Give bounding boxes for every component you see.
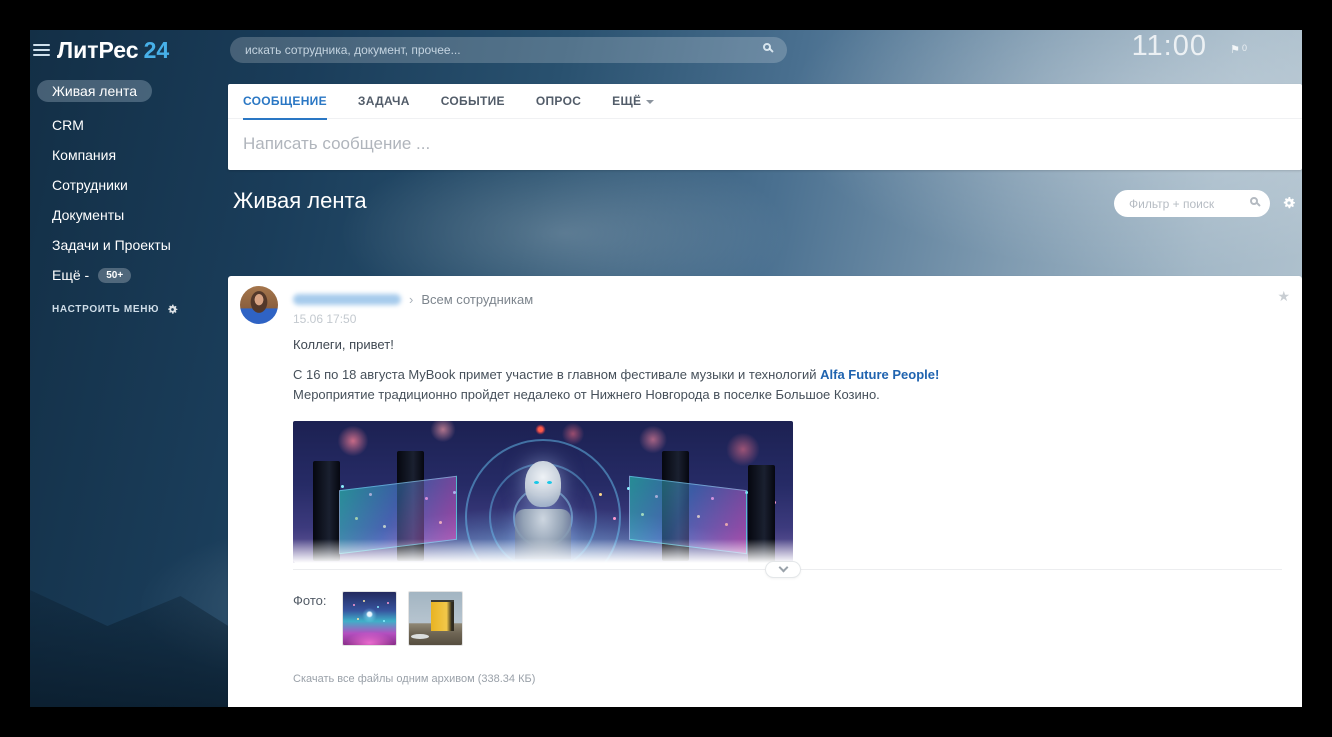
composer-tabs: СООБЩЕНИЕ ЗАДАЧА СОБЫТИЕ ОПРОС ЕЩЁ	[228, 84, 1302, 119]
download-archive-link[interactable]: Скачать все файлы одним архивом (338.34 …	[293, 673, 1282, 685]
sidebar-item-label: Задачи и Проекты	[52, 237, 171, 253]
sidebar-item-label: Живая лента	[37, 80, 152, 102]
feed-filter-input[interactable]	[1114, 190, 1270, 217]
chevron-down-icon	[778, 563, 788, 573]
sidebar-item-crm[interactable]: CRM	[30, 110, 228, 140]
post-body-text: Мероприятие традиционно пройдет недалеко…	[293, 387, 880, 402]
post-recipient[interactable]: Всем сотрудникам	[421, 292, 533, 307]
brand-logo[interactable]: ЛитРес24	[57, 37, 169, 64]
post-body-text: С 16 по 18 августа MyBook примет участие…	[293, 367, 820, 382]
post-date: 15.06 17:50	[293, 312, 1282, 326]
compose-message-field[interactable]: Написать сообщение ...	[228, 119, 1302, 169]
post-greeting: Коллеги, привет!	[293, 337, 1282, 352]
photos-label: Фото:	[293, 591, 326, 608]
building-shape	[431, 600, 454, 631]
favorite-star-icon[interactable]: ★	[1277, 288, 1290, 305]
feed-settings-gear-icon[interactable]	[1281, 195, 1297, 211]
tab-task[interactable]: ЗАДАЧА	[358, 84, 410, 119]
sidebar-item-label: Компания	[52, 147, 116, 163]
chevron-down-icon	[646, 100, 654, 104]
sidebar-item-tasks-projects[interactable]: Задачи и Проекты	[30, 230, 228, 260]
tab-poll[interactable]: ОПРОС	[536, 84, 581, 119]
tab-event[interactable]: СОБЫТИЕ	[441, 84, 505, 119]
sidebar-item-label: Документы	[52, 207, 124, 223]
sidebar-item-label: CRM	[52, 117, 84, 133]
global-search	[230, 37, 787, 63]
robot-head	[525, 461, 561, 507]
composer-panel: СООБЩЕНИЕ ЗАДАЧА СОБЫТИЕ ОПРОС ЕЩЁ Напис…	[228, 84, 1302, 170]
feed-post: ★ › Всем сотрудникам 15.06 17:50 Коллеги…	[228, 276, 1302, 707]
main-content: СООБЩЕНИЕ ЗАДАЧА СОБЫТИЕ ОПРОС ЕЩЁ Напис…	[228, 70, 1302, 707]
stage-lights	[293, 421, 296, 424]
expand-post-button[interactable]	[765, 561, 801, 578]
sidebar-item-label: Сотрудники	[52, 177, 128, 193]
sidebar-item-more[interactable]: Ещё - 50+	[30, 260, 228, 290]
feed-filter	[1114, 190, 1270, 217]
festival-link[interactable]: Alfa Future People!	[820, 367, 939, 382]
photo-thumbnail-building[interactable]	[408, 591, 463, 646]
sidebar-item-employees[interactable]: Сотрудники	[30, 170, 228, 200]
global-search-input[interactable]	[230, 37, 787, 63]
flag-count: 0	[1242, 43, 1247, 53]
sidebar-item-label: Ещё -	[52, 267, 89, 283]
configure-menu-label: НАСТРОИТЬ МЕНЮ	[52, 304, 159, 315]
photo-thumbnail-stage[interactable]	[342, 591, 397, 646]
search-icon	[763, 43, 771, 51]
avatar[interactable]	[240, 286, 278, 324]
app-window: ЛитРес24 11:00 ⚑0 Живая лента CRM Компан…	[30, 30, 1302, 707]
author-name-blurred[interactable]	[293, 294, 401, 305]
flag-icon: ⚑	[1230, 44, 1240, 56]
sidebar: Живая лента CRM Компания Сотрудники Доку…	[30, 76, 228, 316]
post-image-festival[interactable]	[293, 421, 793, 563]
gear-icon	[166, 303, 179, 316]
search-icon	[1250, 197, 1258, 205]
sidebar-item-company[interactable]: Компания	[30, 140, 228, 170]
brand-name: ЛитРес	[57, 37, 139, 63]
photos-section: Фото:	[293, 591, 1282, 646]
post-fold-divider	[293, 569, 1282, 570]
notifications-flag[interactable]: ⚑0	[1230, 43, 1247, 56]
sidebar-item-live-feed[interactable]: Живая лента	[30, 76, 228, 106]
post-body: С 16 по 18 августа MyBook примет участие…	[293, 365, 968, 405]
page-title: Живая лента	[233, 188, 367, 214]
recipient-separator: ›	[409, 292, 413, 307]
configure-menu-button[interactable]: НАСТРОИТЬ МЕНЮ	[52, 303, 228, 316]
image-fade	[293, 539, 793, 563]
hamburger-menu-icon[interactable]	[33, 44, 50, 59]
sidebar-item-documents[interactable]: Документы	[30, 200, 228, 230]
brand-suffix: 24	[144, 37, 170, 63]
tab-message[interactable]: СООБЩЕНИЕ	[243, 84, 327, 119]
post-header: › Всем сотрудникам 15.06 17:50	[293, 292, 1282, 326]
worktime-clock[interactable]: 11:00	[1132, 30, 1207, 63]
tab-more[interactable]: ЕЩЁ	[612, 84, 654, 119]
more-count-badge: 50+	[98, 268, 131, 283]
